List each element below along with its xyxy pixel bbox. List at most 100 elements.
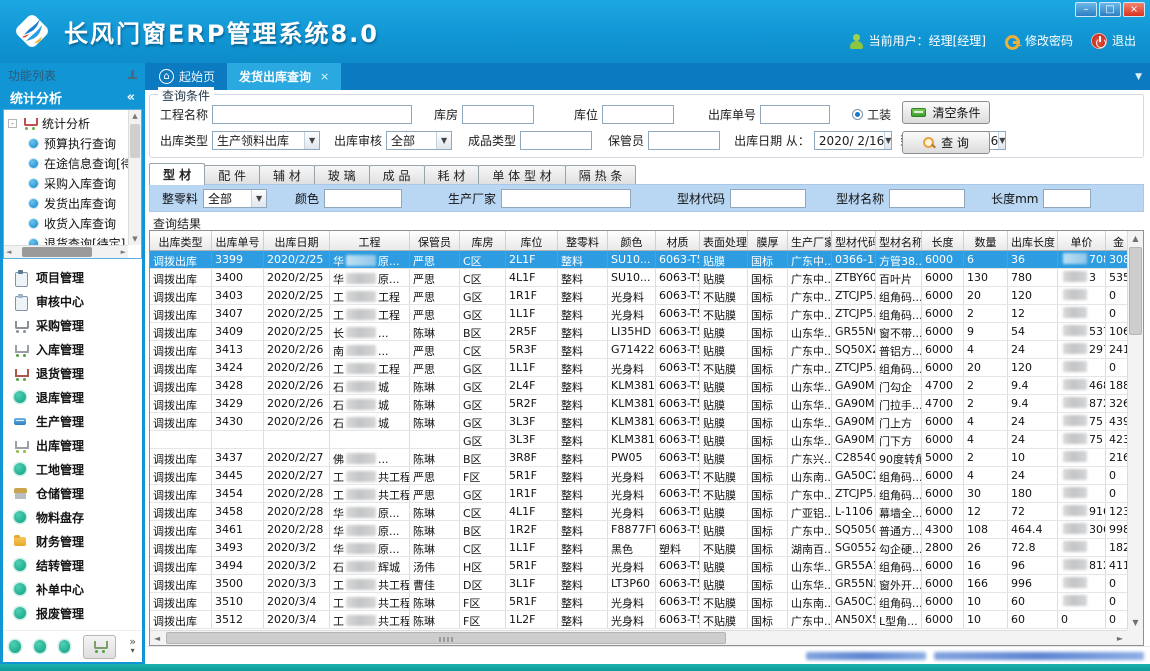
table-row[interactable]: 调拨出库34002020/2/25华原...严思C区4L1F整料SU10...6… xyxy=(150,269,1127,287)
table-row[interactable]: 调拨出库34132020/2/26南...严思C区5R3F整料G71422606… xyxy=(150,341,1127,359)
pin-icon[interactable] xyxy=(128,70,137,81)
table-row[interactable]: 调拨出库34242020/2/26工工程严思G区1L1F整料光身料6063-T5… xyxy=(150,359,1127,377)
module-item[interactable]: 物料盘存 xyxy=(13,505,142,529)
column-header-qty[interactable]: 数量 xyxy=(964,231,1008,250)
module-item[interactable]: 出库管理 xyxy=(13,433,142,457)
table-row[interactable]: G区3L3F整料KLM38176063-T5贴膜国标山东华...GA90M09.… xyxy=(150,431,1127,449)
date-from-picker[interactable]: 2020/ 2/16▼ xyxy=(814,131,892,150)
module-item[interactable]: 审核中心 xyxy=(13,289,142,313)
column-header-keeper[interactable]: 保管员 xyxy=(410,231,460,250)
tab-shipping-outbound-query[interactable]: 发货出库查询 × xyxy=(227,63,341,90)
scroll-left-icon[interactable]: ◄ xyxy=(154,634,160,643)
search-button[interactable]: 查 询 xyxy=(902,131,990,154)
column-header-out-date[interactable]: 出库日期 xyxy=(264,231,330,250)
project-name-input[interactable] xyxy=(212,105,412,124)
column-header-surface[interactable]: 表面处理 xyxy=(700,231,748,250)
module-item[interactable]: 退库管理 xyxy=(13,385,142,409)
collapse-icon[interactable]: « xyxy=(127,90,135,105)
tree-item[interactable]: 在途信息查询[待 xyxy=(8,153,128,173)
column-header-length[interactable]: 长度 xyxy=(922,231,964,250)
module-item[interactable]: 补单中心 xyxy=(13,577,142,601)
change-password-button[interactable]: 修改密码 xyxy=(1004,32,1073,49)
whole-part-select[interactable]: 全部▼ xyxy=(203,189,267,208)
table-row[interactable]: 调拨出库34612020/2/28华原...陈琳B区1R2F整料F8877FT6… xyxy=(150,521,1127,539)
module-item[interactable]: 报废管理 xyxy=(13,601,142,625)
length-input[interactable] xyxy=(1043,189,1091,208)
material-tab[interactable]: 耗 材 xyxy=(424,165,480,185)
column-header-out-length[interactable]: 出库长度 xyxy=(1008,231,1058,250)
column-header-unit-price[interactable]: 单价 xyxy=(1058,231,1106,250)
material-tab[interactable]: 配 件 xyxy=(204,165,260,185)
table-row[interactable]: 调拨出库34302020/2/26石城陈琳G区3L3F整料KLM38176063… xyxy=(150,413,1127,431)
module-item[interactable]: 财务管理 xyxy=(13,529,142,553)
table-row[interactable]: 调拨出库34542020/2/28工共工程严思G区1R1F整料光身料6063-T… xyxy=(150,485,1127,503)
module-item[interactable]: 结转管理 xyxy=(13,553,142,577)
column-header-manufacturer[interactable]: 生产厂家 xyxy=(788,231,832,250)
column-header-location[interactable]: 库位 xyxy=(506,231,558,250)
expander-icon[interactable]: - xyxy=(8,119,17,128)
keeper-input[interactable] xyxy=(648,131,720,150)
module-item[interactable]: 退货管理 xyxy=(13,361,142,385)
module-circle-icon[interactable] xyxy=(34,640,46,653)
color-input[interactable] xyxy=(324,189,402,208)
tab-list-dropdown-icon[interactable]: ▼ xyxy=(1135,72,1142,82)
column-header-color[interactable]: 颜色 xyxy=(608,231,656,250)
profile-name-input[interactable] xyxy=(889,189,965,208)
scroll-left-icon[interactable]: ◄ xyxy=(6,248,11,256)
column-header-warehouse[interactable]: 库房 xyxy=(460,231,506,250)
location-input[interactable] xyxy=(602,105,674,124)
module-circle-icon[interactable] xyxy=(59,640,71,653)
scroll-up-icon[interactable]: ▲ xyxy=(1128,234,1143,243)
logout-button[interactable]: 退出 xyxy=(1091,32,1136,49)
column-header-profile-code[interactable]: 型材代码 xyxy=(832,231,876,250)
profile-code-input[interactable] xyxy=(730,189,806,208)
scroll-up-icon[interactable]: ▲ xyxy=(129,112,141,120)
tree-item[interactable]: 采购入库查询 xyxy=(8,173,128,193)
column-header-profile-name[interactable]: 型材名称 xyxy=(876,231,922,250)
scroll-down-icon[interactable]: ▼ xyxy=(1128,618,1143,627)
table-row[interactable]: 调拨出库34032020/2/25工工程严思G区1R1F整料光身料6063-T5… xyxy=(150,287,1127,305)
table-row[interactable]: 调拨出库33992020/2/25华原...严思C区2L1F整料SU10...6… xyxy=(150,251,1127,269)
module-item[interactable]: 仓储管理 xyxy=(13,481,142,505)
material-tab[interactable]: 玻 璃 xyxy=(314,165,370,185)
column-header-order-no[interactable]: 出库单号 xyxy=(212,231,264,250)
table-row[interactable]: 调拨出库34282020/2/26石城陈琳G区2L4F整料KLM38176063… xyxy=(150,377,1127,395)
table-row[interactable]: 调拨出库34942020/3/2石辉城汤伟H区5R1F整料光身料6063-T5贴… xyxy=(150,557,1127,575)
table-row[interactable]: 调拨出库34582020/2/28华原...陈琳C区4L1F整料光身料6063-… xyxy=(150,503,1127,521)
scroll-right-icon[interactable]: ► xyxy=(1117,634,1123,643)
tree-item[interactable]: 收货入库查询 xyxy=(8,213,128,233)
table-vertical-scrollbar[interactable]: ▲ ▼ xyxy=(1127,231,1143,630)
minimize-button[interactable]: – xyxy=(1075,2,1097,17)
out-type-select[interactable]: 生产领料出库▼ xyxy=(212,131,320,150)
scroll-down-icon[interactable]: ▼ xyxy=(129,235,141,243)
order-no-input[interactable] xyxy=(760,105,830,124)
more-modules-button[interactable]: » ▾ xyxy=(129,638,136,655)
material-tab[interactable]: 型 材 xyxy=(149,163,205,185)
material-tab[interactable]: 隔 热 条 xyxy=(565,165,637,185)
tree-horizontal-scrollbar[interactable]: ◄ ► xyxy=(4,245,128,258)
table-row[interactable]: 调拨出库35002020/3/3工共工程曹佳D区3L1F整料LT3P606063… xyxy=(150,575,1127,593)
column-header-out-type[interactable]: 出库类型 xyxy=(150,231,212,250)
tab-close-icon[interactable]: × xyxy=(320,70,329,83)
material-tab[interactable]: 单 体 型 材 xyxy=(478,165,565,185)
module-item[interactable]: 生产管理 xyxy=(13,409,142,433)
column-header-material[interactable]: 材质 xyxy=(656,231,700,250)
table-row[interactable]: 调拨出库35102020/3/4工共工程陈琳F区5R1F整料光身料6063-T5… xyxy=(150,593,1127,611)
material-tab[interactable]: 辅 材 xyxy=(259,165,315,185)
module-item[interactable]: 工地管理 xyxy=(13,457,142,481)
column-header-whole-part[interactable]: 整零料 xyxy=(558,231,608,250)
warehouse-input[interactable] xyxy=(462,105,534,124)
table-row[interactable]: 调拨出库34452020/2/27工共工程严思F区5R1F整料光身料6063-T… xyxy=(150,467,1127,485)
tree-vertical-scrollbar[interactable]: ▲ ▼ xyxy=(128,110,141,245)
radio-gongzhuang[interactable]: 工装 xyxy=(852,106,891,123)
table-horizontal-scrollbar[interactable]: ◄ ► xyxy=(150,630,1127,645)
cart-module-button[interactable] xyxy=(83,635,116,659)
product-type-input[interactable] xyxy=(520,131,592,150)
tree-item[interactable]: 预算执行查询 xyxy=(8,133,128,153)
tree-item[interactable]: 发货出库查询 xyxy=(8,193,128,213)
module-item[interactable]: 入库管理 xyxy=(13,337,142,361)
manufacturer-input[interactable] xyxy=(501,189,631,208)
close-button[interactable]: × xyxy=(1123,2,1145,17)
table-row[interactable]: 调拨出库34372020/2/27佛...陈琳B区3R8F整料PW056063-… xyxy=(150,449,1127,467)
column-header-project[interactable]: 工程 xyxy=(330,231,410,250)
